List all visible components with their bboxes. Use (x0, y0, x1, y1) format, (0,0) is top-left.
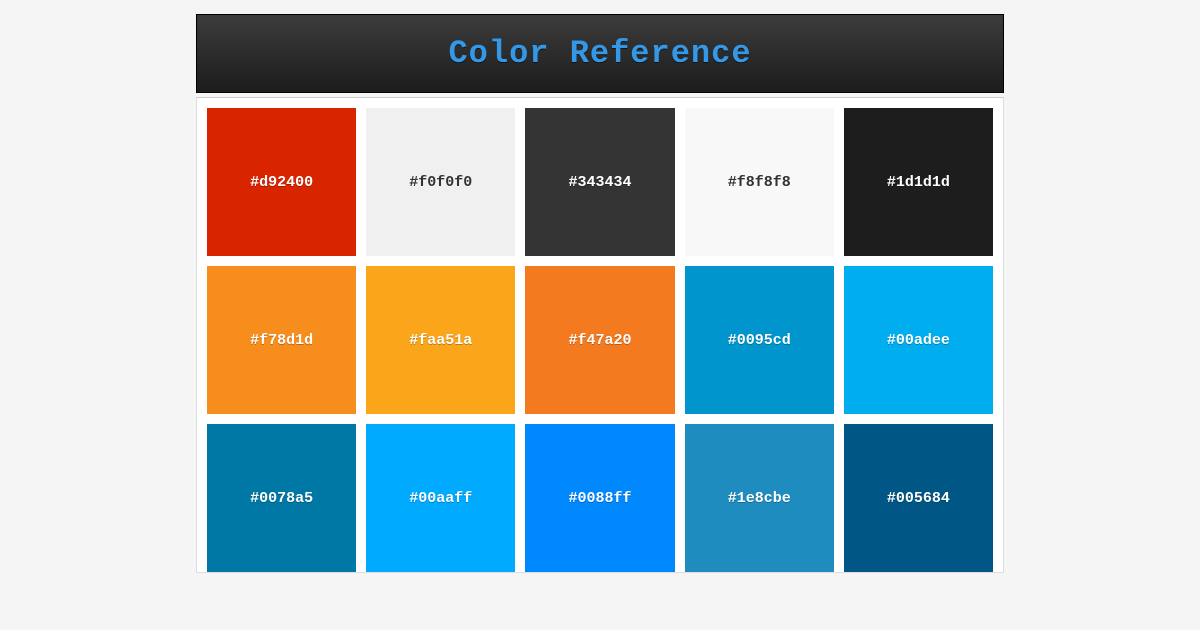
color-swatch: #005684 (844, 424, 993, 572)
swatch-hex-label: #0095cd (728, 332, 791, 349)
page-title: Color Reference (197, 35, 1003, 72)
swatch-hex-label: #1e8cbe (728, 490, 791, 507)
swatch-hex-label: #faa51a (409, 332, 472, 349)
color-swatch: #f78d1d (207, 266, 356, 414)
swatch-hex-label: #00adee (887, 332, 950, 349)
swatch-hex-label: #343434 (568, 174, 631, 191)
swatch-hex-label: #0078a5 (250, 490, 313, 507)
header-bar: Color Reference (196, 14, 1004, 93)
swatch-panel: #d92400 #f0f0f0 #343434 #f8f8f8 #1d1d1d #f78d… (196, 97, 1004, 573)
swatch-hex-label: #f78d1d (250, 332, 313, 349)
swatch-hex-label: #f8f8f8 (728, 174, 791, 191)
swatch-hex-label: #00aaff (409, 490, 472, 507)
swatch-hex-label: #005684 (887, 490, 950, 507)
color-swatch: #faa51a (366, 266, 515, 414)
color-swatch: #f47a20 (525, 266, 674, 414)
color-swatch: #d92400 (207, 108, 356, 256)
color-swatch: #0088ff (525, 424, 674, 572)
swatch-hex-label: #d92400 (250, 174, 313, 191)
color-reference-card: Color Reference #d92400 #f0f0f0 #343434 #f8… (196, 14, 1004, 630)
swatch-hex-label: #1d1d1d (887, 174, 950, 191)
color-swatch: #00aaff (366, 424, 515, 572)
color-swatch: #f0f0f0 (366, 108, 515, 256)
color-swatch: #0078a5 (207, 424, 356, 572)
color-swatch: #0095cd (685, 266, 834, 414)
color-swatch: #1d1d1d (844, 108, 993, 256)
color-swatch: #00adee (844, 266, 993, 414)
swatch-grid: #d92400 #f0f0f0 #343434 #f8f8f8 #1d1d1d #f78d… (207, 108, 993, 572)
swatch-hex-label: #f47a20 (568, 332, 631, 349)
color-swatch: #343434 (525, 108, 674, 256)
color-swatch: #f8f8f8 (685, 108, 834, 256)
swatch-hex-label: #0088ff (568, 490, 631, 507)
color-swatch: #1e8cbe (685, 424, 834, 572)
swatch-hex-label: #f0f0f0 (409, 174, 472, 191)
